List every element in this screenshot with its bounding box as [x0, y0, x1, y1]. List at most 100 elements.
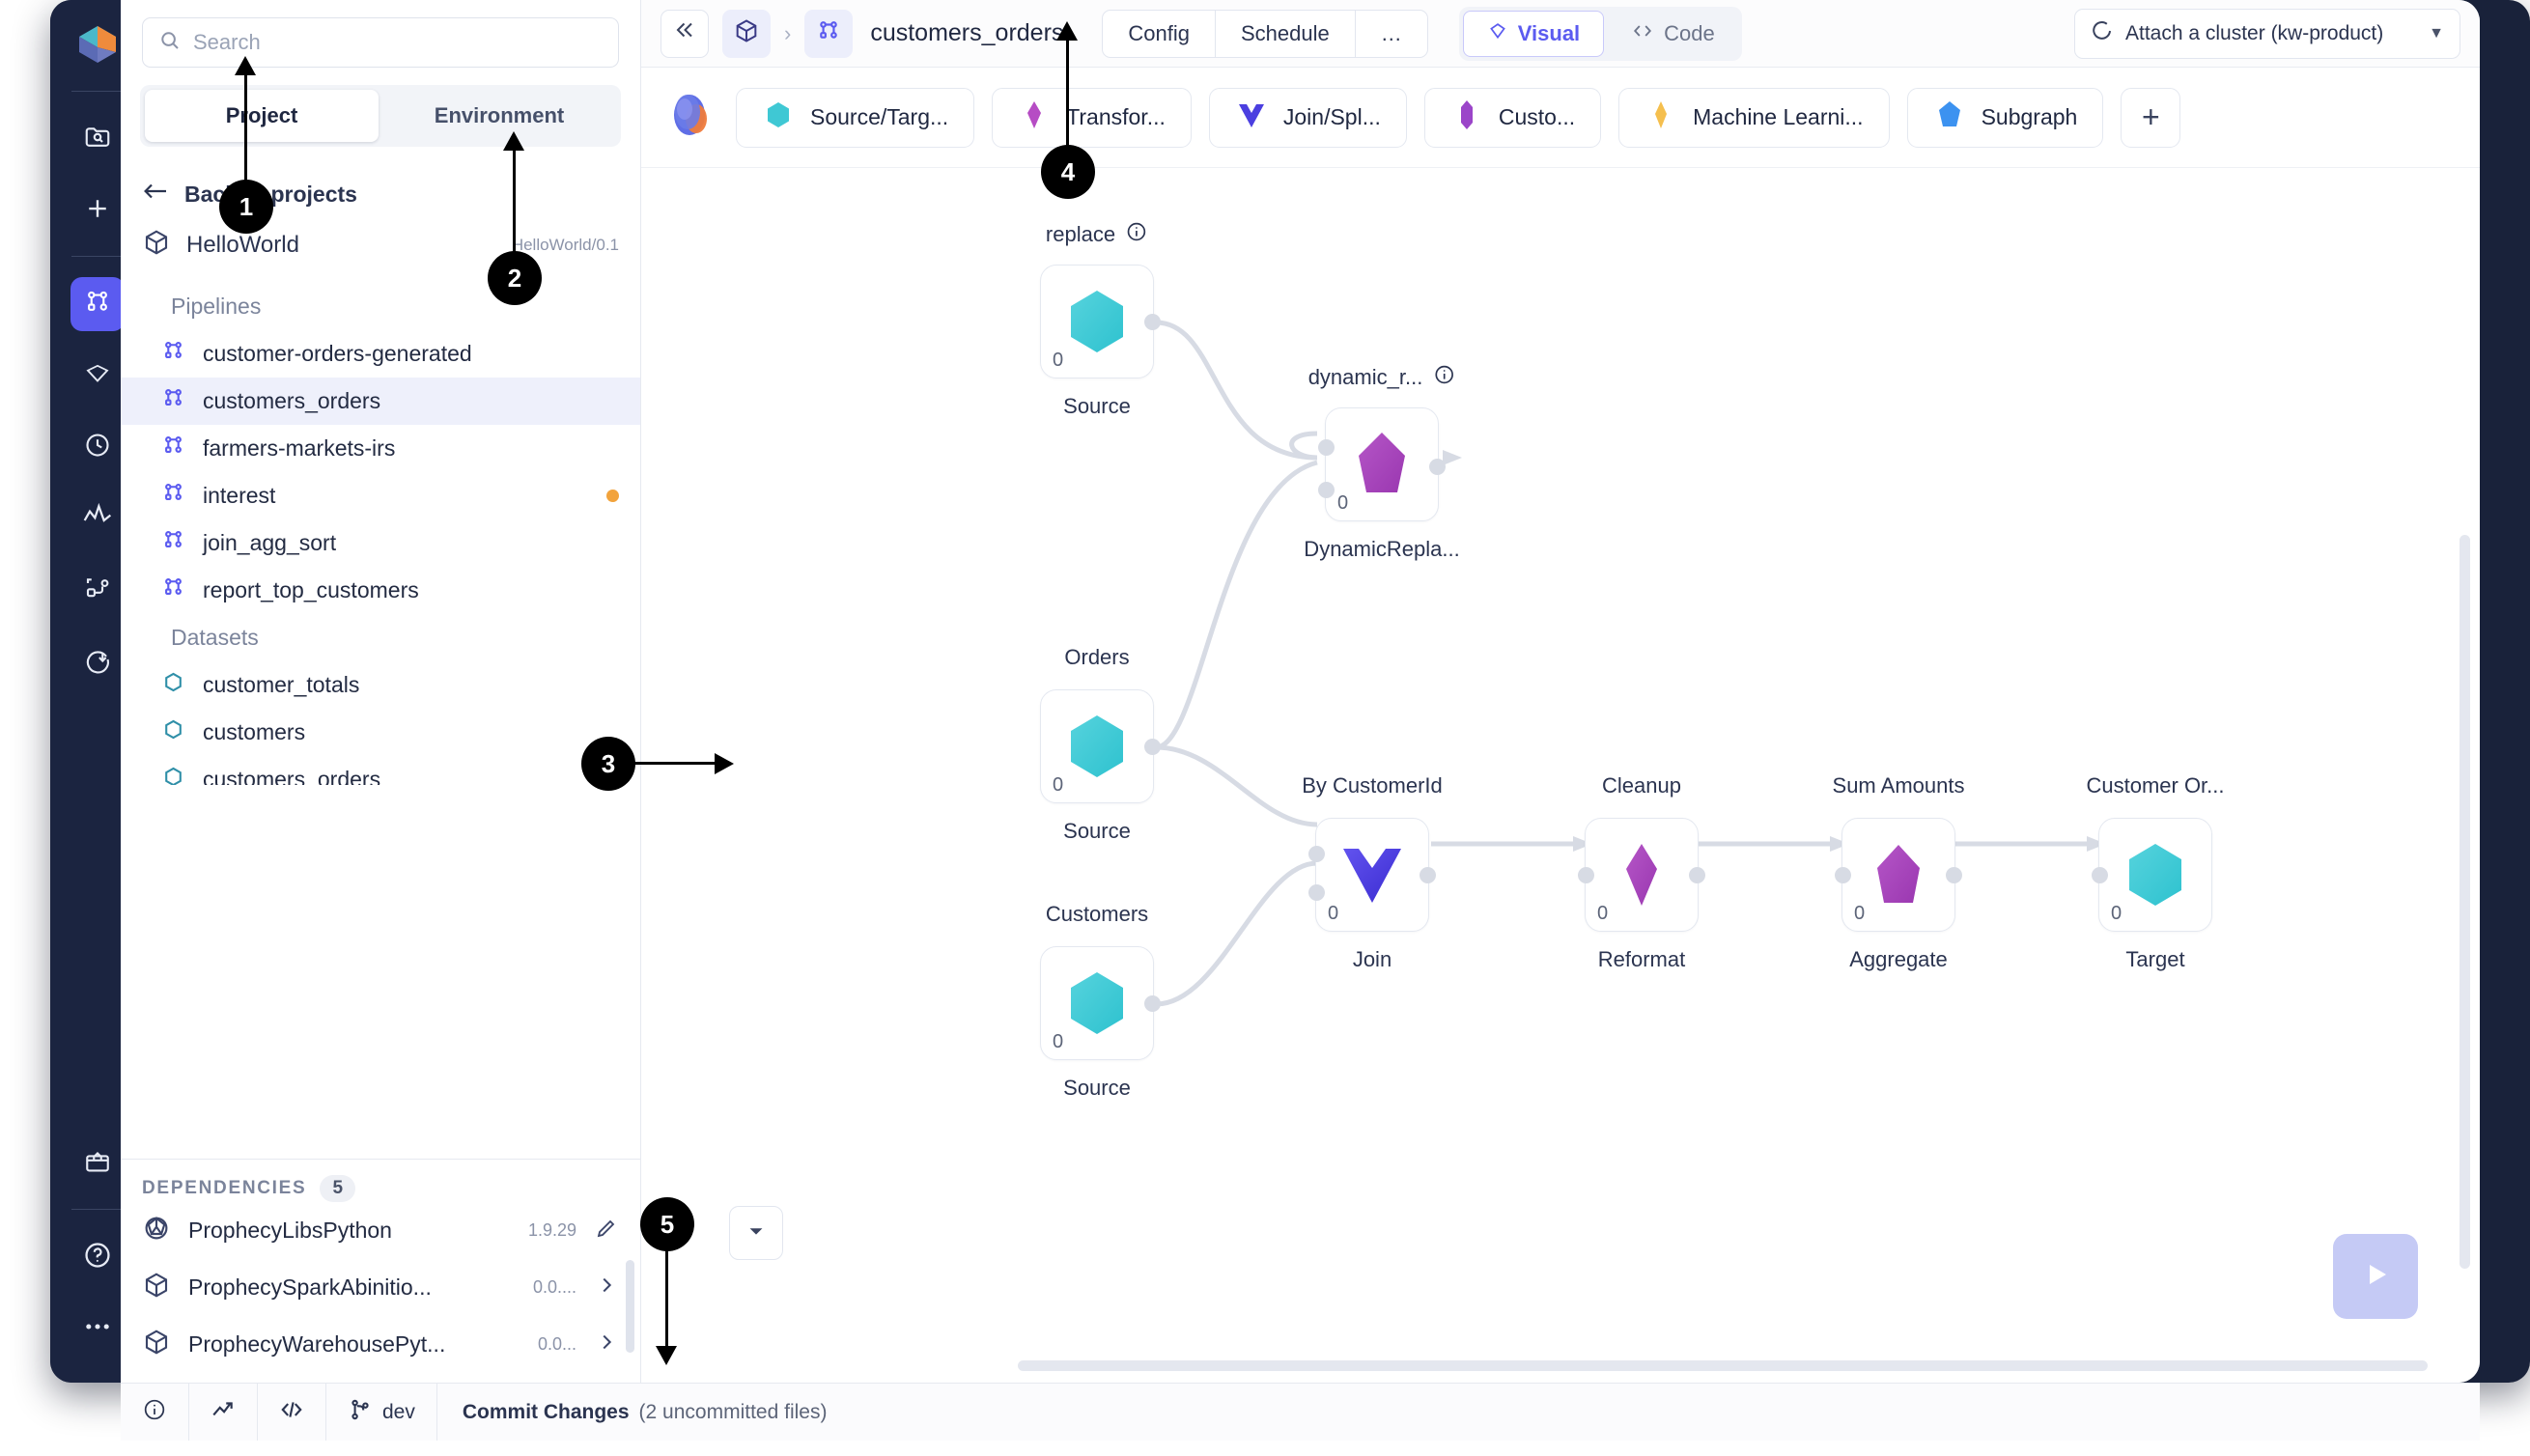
- sidebar-item-help[interactable]: [70, 1230, 125, 1284]
- tab-visual[interactable]: Visual: [1462, 10, 1605, 57]
- input-port-0[interactable]: [1318, 439, 1335, 456]
- cluster-selector[interactable]: Attach a cluster (kw-product) ▼: [2074, 8, 2460, 59]
- output-port[interactable]: [1429, 459, 1446, 475]
- canvas-node-sum-amounts[interactable]: Sum Amounts 0 Aggregate: [1833, 773, 1965, 971]
- add-gem-button[interactable]: +: [2121, 87, 2181, 148]
- node-body[interactable]: 0: [1308, 818, 1436, 932]
- sidebar-item-search-projects[interactable]: [70, 112, 125, 166]
- list-item[interactable]: ProphecyWarehousePyt... 0.0...: [142, 1316, 619, 1373]
- list-item[interactable]: customer-orders-generated: [121, 330, 640, 378]
- breadcrumb-project-button[interactable]: [722, 9, 771, 58]
- list-item[interactable]: ProphecySparkAbinitio... 0.0....: [142, 1259, 619, 1316]
- info-circle-icon[interactable]: [1125, 220, 1148, 249]
- input-port[interactable]: [1835, 867, 1851, 883]
- gem-category-transform[interactable]: Transfor...: [992, 87, 1192, 148]
- list-item[interactable]: customers_orders: [121, 378, 640, 425]
- back-to-projects-button[interactable]: Back to projects: [121, 147, 640, 209]
- sidebar-item-lineage[interactable]: [70, 563, 125, 617]
- schedule-button[interactable]: Schedule: [1216, 10, 1356, 57]
- search-input[interactable]: Search: [142, 17, 619, 68]
- sidebar-item-downloads[interactable]: [70, 634, 125, 688]
- canvas-node-customers[interactable]: Customers 0 Source: [1040, 902, 1161, 1100]
- config-button[interactable]: Config: [1103, 10, 1216, 57]
- canvas-filter-dropdown-button[interactable]: [729, 1206, 783, 1260]
- breadcrumb-pipeline-button[interactable]: [804, 9, 854, 58]
- package-icon: [142, 1214, 171, 1247]
- spinner-icon: [2091, 19, 2114, 48]
- project-row[interactable]: HelloWorld HelloWorld/0.1: [121, 209, 640, 262]
- list-item[interactable]: customers: [121, 709, 640, 756]
- sidebar-item-more[interactable]: [70, 1302, 125, 1356]
- chevron-right-icon[interactable]: [594, 1331, 619, 1358]
- input-port-1[interactable]: [1318, 482, 1335, 498]
- sidebar-item-gems[interactable]: [70, 349, 125, 403]
- tree-group-datasets[interactable]: Datasets: [121, 614, 640, 661]
- status-metrics-button[interactable]: [189, 1384, 258, 1441]
- gem-category-source-target[interactable]: Source/Targ...: [736, 87, 975, 148]
- gem-category-custom[interactable]: Custo...: [1423, 87, 1602, 148]
- list-item[interactable]: join_agg_sort: [121, 519, 640, 567]
- run-pipeline-button[interactable]: [2333, 1234, 2418, 1319]
- status-badge: [606, 490, 619, 502]
- pipeline-canvas[interactable]: replace 0 Source dynamic_r... 0 DynamicR…: [641, 168, 2480, 1383]
- input-port[interactable]: [1578, 867, 1594, 883]
- input-port-1[interactable]: [1308, 884, 1325, 901]
- tree-group-pipelines[interactable]: Pipelines: [121, 283, 640, 330]
- tab-project[interactable]: Project: [145, 90, 379, 142]
- status-code-button[interactable]: [258, 1384, 326, 1441]
- more-options-button[interactable]: …: [1356, 11, 1427, 57]
- sidebar-item-marketplace[interactable]: [70, 1136, 125, 1190]
- chevron-right-icon[interactable]: [594, 1274, 619, 1301]
- list-item[interactable]: ProphecyLibsPython 1.9.29: [142, 1202, 619, 1259]
- output-port[interactable]: [1420, 867, 1436, 883]
- list-item[interactable]: report_top_customers: [121, 567, 640, 614]
- canvas-horizontal-scrollbar[interactable]: [1018, 1360, 2428, 1371]
- node-body[interactable]: 0: [1318, 407, 1446, 521]
- canvas-node-replace[interactable]: replace 0 Source: [1040, 222, 1161, 418]
- output-port[interactable]: [1689, 867, 1705, 883]
- node-body[interactable]: 0: [1835, 818, 1962, 932]
- output-port[interactable]: [1946, 867, 1962, 883]
- annotation-2: 2: [488, 131, 542, 305]
- status-bar: dev Commit Changes (2 uncommitted files): [121, 1383, 2480, 1441]
- canvas-node-cleanup[interactable]: Cleanup 0 Reformat: [1578, 773, 1705, 971]
- collapse-sidebar-button[interactable]: [661, 9, 709, 58]
- list-item[interactable]: farmers-markets-irs: [121, 425, 640, 472]
- output-port[interactable]: [1144, 995, 1161, 1012]
- status-branch-button[interactable]: dev: [326, 1384, 437, 1441]
- canvas-node-dynamic-replace[interactable]: dynamic_r... 0 DynamicRepla...: [1304, 365, 1459, 561]
- output-port[interactable]: [1144, 739, 1161, 755]
- hexagon-icon: [1071, 291, 1123, 352]
- commit-changes-button[interactable]: Commit Changes (2 uncommitted files): [437, 1384, 849, 1441]
- output-port[interactable]: [1144, 314, 1161, 330]
- gem-category-machine-learning[interactable]: Machine Learni...: [1618, 87, 1890, 148]
- list-item[interactable]: customer_totals: [121, 661, 640, 709]
- canvas-node-customer-orders-target[interactable]: Customer Or... 0 Target: [2086, 773, 2224, 971]
- input-port[interactable]: [2092, 867, 2108, 883]
- sidebar-item-create-new[interactable]: [70, 183, 125, 238]
- gem-category-subgraph[interactable]: Subgraph: [1906, 87, 2104, 148]
- dependency-name: ProphecyWarehousePyt...: [188, 1331, 446, 1357]
- status-info-button[interactable]: [121, 1384, 189, 1441]
- sidebar-item-history[interactable]: [70, 420, 125, 474]
- list-item[interactable]: customers_orders: [121, 756, 640, 785]
- node-body[interactable]: 0: [2092, 818, 2212, 932]
- tab-code[interactable]: Code: [1608, 11, 1738, 57]
- gem-category-join-split[interactable]: Join/Spl...: [1208, 87, 1407, 148]
- list-item[interactable]: interest: [121, 472, 640, 519]
- node-body[interactable]: 0: [1040, 689, 1161, 803]
- breadcrumb-separator: ›: [784, 20, 792, 45]
- canvas-node-join[interactable]: By CustomerId 0 Join: [1302, 773, 1443, 971]
- canvas-vertical-scrollbar[interactable]: [2460, 535, 2470, 1269]
- input-port-0[interactable]: [1308, 846, 1325, 862]
- info-circle-icon[interactable]: [1432, 363, 1455, 392]
- node-body[interactable]: 0: [1578, 818, 1705, 932]
- sidebar-item-pipelines[interactable]: [70, 277, 125, 331]
- canvas-node-orders[interactable]: Orders 0 Source: [1040, 645, 1161, 843]
- edit-pencil-icon[interactable]: [594, 1217, 619, 1245]
- node-body[interactable]: 0: [1040, 946, 1161, 1060]
- node-body[interactable]: 0: [1040, 265, 1161, 378]
- dependencies-scrollbar[interactable]: [626, 1260, 634, 1353]
- sidebar-item-monitoring[interactable]: [70, 491, 125, 546]
- tab-environment[interactable]: Environment: [382, 90, 616, 142]
